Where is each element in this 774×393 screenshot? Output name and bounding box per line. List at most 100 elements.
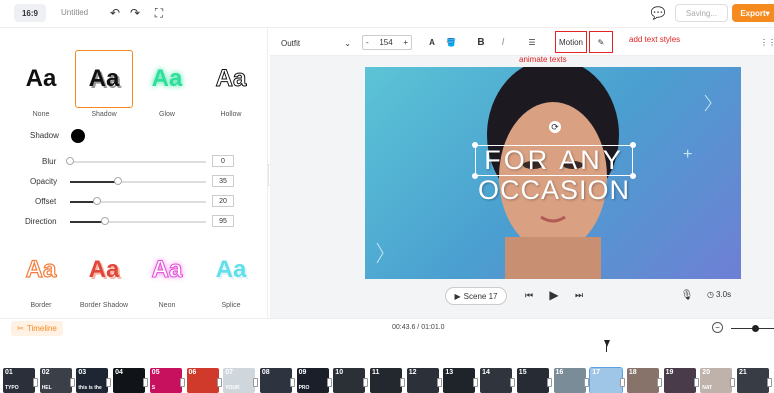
scene-thumbnail[interactable]: 20 NAT: [700, 368, 733, 393]
fullscreen-icon[interactable]: ⛶: [152, 6, 166, 20]
scene-thumbnail[interactable]: 08: [259, 368, 292, 393]
transition-handle-icon[interactable]: [179, 378, 185, 387]
scene-thumbnail[interactable]: 19: [663, 368, 696, 393]
microphone-icon[interactable]: 🎙: [681, 289, 694, 301]
transition-handle-icon[interactable]: [326, 378, 332, 387]
transition-handle-icon[interactable]: [436, 378, 442, 387]
zoom-out-icon[interactable]: −: [712, 322, 723, 333]
scene-thumbnail[interactable]: 14: [480, 368, 513, 393]
canvas-text-line2[interactable]: OCCASION: [472, 174, 636, 206]
scene-thumbnail[interactable]: 12: [406, 368, 439, 393]
transition-handle-icon[interactable]: [510, 378, 516, 387]
transition-handle-icon[interactable]: [289, 378, 295, 387]
offset-slider[interactable]: [70, 201, 206, 203]
scene-thumbnail[interactable]: 05 S: [149, 368, 182, 393]
scene-thumbnail[interactable]: 13: [443, 368, 476, 393]
document-title[interactable]: Untitled: [61, 8, 88, 17]
direction-value[interactable]: 95: [212, 215, 234, 227]
transition-handle-icon[interactable]: [473, 378, 479, 387]
decrease-size-button[interactable]: -: [366, 38, 369, 47]
increase-size-button[interactable]: +: [403, 38, 408, 47]
scene-thumbnail[interactable]: 17: [589, 367, 624, 393]
transition-handle-icon[interactable]: [363, 378, 369, 387]
timeline-toggle-button[interactable]: ✂ Timeline: [11, 321, 63, 336]
transition-handle-icon[interactable]: [656, 378, 662, 387]
blur-slider-knob[interactable]: [66, 157, 74, 165]
scene-thumbnail[interactable]: 10: [333, 368, 366, 393]
transition-handle-icon[interactable]: [730, 378, 736, 387]
scene-thumbnail[interactable]: 02 HEL: [39, 368, 72, 393]
transition-handle-icon[interactable]: [216, 378, 222, 387]
style-card-neon[interactable]: Aa: [138, 241, 196, 299]
transition-handle-icon[interactable]: [143, 378, 149, 387]
style-card-shadow[interactable]: Aa: [75, 50, 133, 108]
transition-handle-icon[interactable]: [106, 378, 112, 387]
transition-handle-icon[interactable]: [33, 378, 38, 387]
play-icon[interactable]: ▶: [547, 288, 561, 302]
scene-thumbnail[interactable]: 18: [626, 368, 659, 393]
transition-handle-icon[interactable]: [400, 378, 405, 387]
zoom-slider-knob[interactable]: [752, 325, 759, 332]
export-button[interactable]: Export ▾: [732, 4, 774, 22]
undo-icon[interactable]: ↶: [108, 6, 122, 20]
scene-thumbnail[interactable]: 06: [186, 368, 219, 393]
scene-thumbnail[interactable]: 03 this is the: [76, 368, 109, 393]
scene-thumbnail[interactable]: 21: [737, 368, 769, 393]
shadow-color-swatch[interactable]: [71, 129, 85, 143]
scene-thumbnail[interactable]: 09 PRO: [296, 368, 329, 393]
opacity-slider-knob[interactable]: [114, 177, 122, 185]
style-card-glow[interactable]: Aa: [138, 50, 196, 108]
scene-thumbnail[interactable]: 16: [553, 368, 586, 393]
canvas-text-line1[interactable]: FOR ANY: [478, 145, 630, 175]
opacity-value[interactable]: 35: [212, 175, 234, 187]
transition-handle-icon[interactable]: [693, 378, 699, 387]
italic-button[interactable]: I: [497, 36, 509, 48]
scene-number: 06: [188, 369, 197, 376]
aspect-ratio-button[interactable]: 16:9: [14, 4, 46, 22]
transition-handle-icon[interactable]: [253, 378, 259, 387]
highlight-color-icon[interactable]: 🪣: [445, 36, 457, 48]
scene-thumbnail[interactable]: 01 TYPO: [3, 368, 35, 393]
scene-caption: YOUR: [225, 385, 240, 391]
direction-slider-knob[interactable]: [101, 217, 109, 225]
offset-slider-knob[interactable]: [93, 197, 101, 205]
bold-button[interactable]: B: [475, 36, 487, 48]
transition-handle-icon[interactable]: [546, 378, 552, 387]
align-icon[interactable]: ☰: [525, 36, 539, 48]
rotate-handle-icon[interactable]: ⟳: [549, 121, 561, 133]
scene-thumbnail[interactable]: 15: [516, 368, 549, 393]
direction-slider[interactable]: [70, 221, 206, 223]
font-family-select[interactable]: Outfit ⌄: [281, 36, 351, 50]
text-style-button[interactable]: ✎: [589, 31, 613, 53]
grid-icon[interactable]: ⋮⋮: [760, 36, 774, 48]
scene-thumbnail[interactable]: 04: [113, 368, 146, 393]
blur-slider[interactable]: [70, 161, 206, 163]
style-card-none[interactable]: Aa: [12, 50, 70, 108]
opacity-slider[interactable]: [70, 181, 206, 183]
next-icon[interactable]: ⏭: [573, 289, 585, 301]
transition-handle-icon[interactable]: [620, 378, 626, 387]
playhead[interactable]: [604, 340, 610, 347]
previous-icon[interactable]: ⏮: [523, 289, 535, 301]
scene-duration[interactable]: ◷ 3.0s: [707, 290, 731, 299]
redo-icon[interactable]: ↷: [128, 6, 142, 20]
scene-thumbnail[interactable]: 11: [370, 368, 402, 393]
blur-value[interactable]: 0: [212, 155, 234, 167]
style-card-border[interactable]: Aa: [12, 241, 70, 299]
scene-selector[interactable]: ▶ Scene 17: [445, 287, 507, 305]
transition-handle-icon[interactable]: [69, 378, 75, 387]
motion-label: Motion: [558, 37, 583, 47]
style-card-hollow[interactable]: Aa: [202, 50, 260, 108]
motion-button[interactable]: Motion: [555, 31, 587, 53]
font-size-value[interactable]: 154: [379, 38, 392, 47]
font-size-stepper[interactable]: - 154 +: [362, 35, 412, 50]
text-color-icon[interactable]: A: [426, 36, 438, 48]
chat-icon[interactable]: 💬: [651, 6, 666, 20]
transition-handle-icon[interactable]: [767, 378, 772, 387]
offset-value[interactable]: 20: [212, 195, 234, 207]
style-card-splice[interactable]: Aa: [202, 241, 260, 299]
scene-thumbnail[interactable]: 07 YOUR: [223, 368, 256, 393]
transition-handle-icon[interactable]: [583, 378, 589, 387]
style-card-border-shadow[interactable]: Aa: [75, 241, 133, 299]
resize-handle[interactable]: [630, 142, 636, 148]
